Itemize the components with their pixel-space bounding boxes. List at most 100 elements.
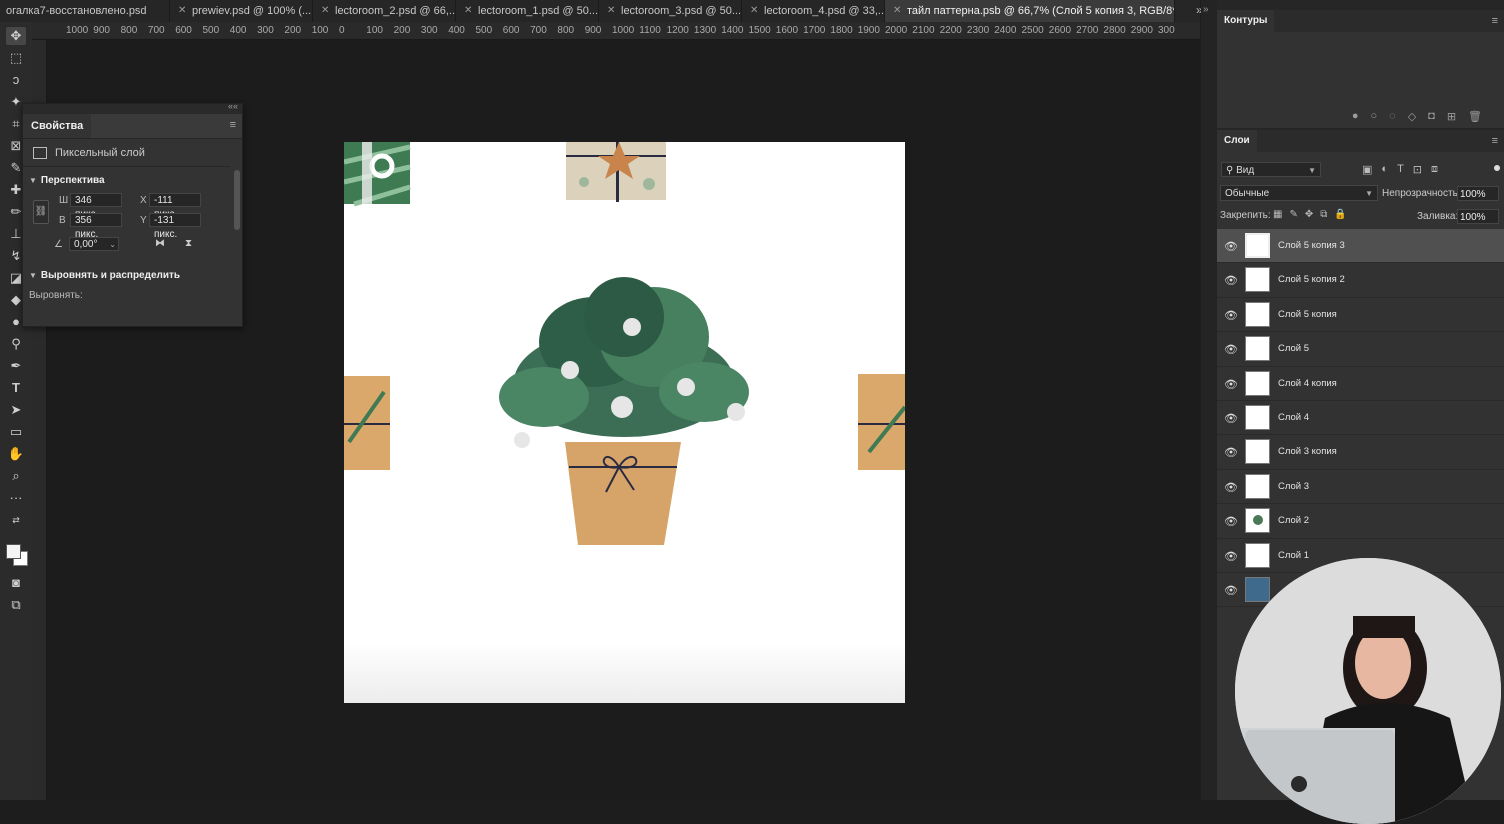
adjustment-filter-icon[interactable]: ◐	[1381, 163, 1388, 176]
move-tool-icon[interactable]: ✥	[6, 27, 26, 45]
ruler-label: 2600	[1048, 25, 1072, 36]
visibility-eye-icon[interactable]: 👁	[1224, 412, 1238, 425]
pen-tool-icon[interactable]: ✒	[6, 357, 26, 375]
panel-menu-icon[interactable]: ≡	[230, 119, 236, 131]
lock-paint-icon[interactable]: ✎	[1289, 209, 1297, 220]
layer-row[interactable]: 👁 Слой 5 копия 2	[1217, 263, 1504, 298]
document-tab-6[interactable]: ✕ lectoroom_4.psd @ 33,...	[742, 0, 885, 22]
type-filter-icon[interactable]: T	[1397, 163, 1404, 176]
chevron-down-icon[interactable]: ⌄	[109, 238, 116, 252]
flip-vertical-icon[interactable]: ⧗	[185, 238, 192, 249]
document-tab-2[interactable]: ✕ prewiev.psd @ 100% (...	[170, 0, 313, 22]
layer-row[interactable]: 👁 Слой 3	[1217, 470, 1504, 505]
fill-field[interactable]: 100%	[1457, 209, 1499, 224]
visibility-eye-icon[interactable]: 👁	[1224, 274, 1238, 287]
filter-toggle[interactable]	[1494, 165, 1500, 171]
panel-menu-icon[interactable]: ≡	[1492, 135, 1498, 147]
load-selection-icon[interactable]: ◌	[1389, 110, 1396, 123]
more-tools-icon[interactable]: ···	[6, 489, 26, 507]
lock-artboard-icon[interactable]: ⧉	[1320, 209, 1327, 220]
panel-grip[interactable]: ««	[23, 101, 242, 114]
new-path-icon[interactable]: ⊞	[1447, 110, 1456, 123]
document-tab-4[interactable]: ✕ lectoroom_1.psd @ 50...	[456, 0, 599, 22]
layer-row[interactable]: 👁 Слой 5 копия 3	[1217, 229, 1504, 264]
document-tab-1[interactable]: огалка7-восстановлено.psd	[0, 0, 170, 22]
path-select-icon[interactable]: ➤	[6, 401, 26, 419]
document-tab-active[interactable]: ✕ тайл паттерна.psb @ 66,7% (Слой 5 копи…	[885, 0, 1175, 22]
close-tab-icon[interactable]: ✕	[607, 0, 615, 22]
layer-row[interactable]: 👁 Слой 5 копия	[1217, 298, 1504, 333]
layer-row[interactable]: 👁 Слой 2	[1217, 504, 1504, 539]
visibility-eye-icon[interactable]: 👁	[1224, 550, 1238, 563]
perspective-section-title[interactable]: ▼ Перспектива	[29, 175, 105, 186]
y-field[interactable]: -131 пикс.	[149, 213, 201, 240]
visibility-eye-icon[interactable]: 👁	[1224, 515, 1238, 528]
smart-object-filter-icon[interactable]: ⧈	[1431, 163, 1438, 176]
color-swatches[interactable]	[4, 542, 28, 568]
trash-icon[interactable]: 🗑	[1468, 110, 1482, 123]
ruler-label: 400	[448, 25, 465, 36]
visibility-eye-icon[interactable]: 👁	[1224, 343, 1238, 356]
close-tab-icon[interactable]: ✕	[178, 0, 186, 22]
document-canvas[interactable]	[344, 142, 905, 703]
document-tab-5[interactable]: ✕ lectoroom_3.psd @ 50...	[599, 0, 742, 22]
close-tab-icon[interactable]: ✕	[464, 0, 472, 22]
tab-paths[interactable]: Контуры	[1217, 10, 1275, 32]
height-field[interactable]: 356 пикс.	[70, 213, 122, 240]
panel-scrollbar[interactable]	[234, 170, 240, 230]
zoom-tool-icon[interactable]: ⌕	[6, 467, 26, 485]
collapse-icon[interactable]: ««	[228, 101, 238, 111]
rectangle-tool-icon[interactable]: ▭	[6, 423, 26, 441]
add-mask-icon[interactable]: ◘	[1428, 110, 1435, 123]
swap-colors-icon[interactable]: ⇄	[6, 511, 26, 529]
visibility-eye-icon[interactable]: 👁	[1224, 378, 1238, 391]
fill-label: Заливка:	[1417, 211, 1459, 222]
visibility-eye-icon[interactable]: 👁	[1224, 309, 1238, 322]
shape-filter-icon[interactable]: ⊡	[1413, 163, 1422, 176]
layer-row[interactable]: 👁 Слой 3 копия	[1217, 435, 1504, 470]
quick-mask-icon[interactable]: ◙	[6, 574, 26, 592]
blend-mode-select[interactable]: Обычные ▼	[1220, 185, 1378, 201]
foreground-color-swatch[interactable]	[6, 544, 21, 559]
canvas-fade	[344, 643, 905, 703]
align-label: Выровнять:	[29, 290, 83, 301]
layer-row[interactable]: 👁 Слой 5	[1217, 332, 1504, 367]
visibility-eye-icon[interactable]: 👁	[1224, 240, 1238, 253]
link-dimensions-icon[interactable]: ⛓	[33, 200, 49, 224]
ruler-label: 900	[584, 25, 602, 36]
stroke-path-icon[interactable]: ○	[1370, 110, 1377, 123]
lock-position-icon[interactable]: ✥	[1305, 209, 1313, 220]
opacity-field[interactable]: 100%	[1457, 186, 1499, 201]
lasso-tool-icon[interactable]: ↄ	[6, 71, 26, 89]
angle-field[interactable]: 0,00° ⌄	[69, 237, 119, 251]
lock-all-icon[interactable]: 🔒	[1334, 209, 1346, 220]
screen-mode-icon[interactable]: ⧉	[6, 596, 26, 614]
layer-row[interactable]: 👁 Слой 4	[1217, 401, 1504, 436]
panel-menu-icon[interactable]: ≡	[1492, 15, 1498, 27]
layer-row[interactable]: 👁 Слой 4 копия	[1217, 367, 1504, 401]
image-filter-icon[interactable]: ▣	[1362, 163, 1372, 176]
close-tab-icon[interactable]: ✕	[750, 0, 758, 22]
close-tab-icon[interactable]: ✕	[893, 0, 901, 22]
hand-tool-icon[interactable]: ✋	[6, 445, 26, 463]
marquee-tool-icon[interactable]: ⬚	[6, 49, 26, 67]
x-field[interactable]: -111 пикс.	[149, 193, 201, 220]
x-label: X	[140, 195, 147, 206]
dodge-tool-icon[interactable]: ⚲	[6, 335, 26, 353]
align-section-title[interactable]: ▼ Выровнять и распределить	[29, 270, 180, 281]
visibility-eye-icon[interactable]: 👁	[1224, 446, 1238, 459]
visibility-eye-icon[interactable]: 👁	[1224, 584, 1238, 597]
close-tab-icon[interactable]: ✕	[321, 0, 329, 22]
layer-filter-select[interactable]: ⚲ Вид ▼	[1221, 162, 1321, 177]
lock-transparency-icon[interactable]: ▦	[1273, 209, 1282, 220]
flip-horizontal-icon[interactable]: ⧓	[155, 238, 165, 249]
document-tab-3[interactable]: ✕ lectoroom_2.psd @ 66,...	[313, 0, 456, 22]
tab-properties[interactable]: Свойства	[23, 114, 92, 138]
tab-layers[interactable]: Слои	[1217, 130, 1257, 152]
make-path-icon[interactable]: ◇	[1408, 110, 1416, 123]
expand-icon[interactable]: »	[1203, 4, 1209, 15]
type-tool-icon[interactable]: T	[6, 379, 26, 397]
fill-path-icon[interactable]: ●	[1352, 110, 1359, 123]
visibility-eye-icon[interactable]: 👁	[1224, 481, 1238, 494]
width-field[interactable]: 346 пикс.	[70, 193, 122, 220]
